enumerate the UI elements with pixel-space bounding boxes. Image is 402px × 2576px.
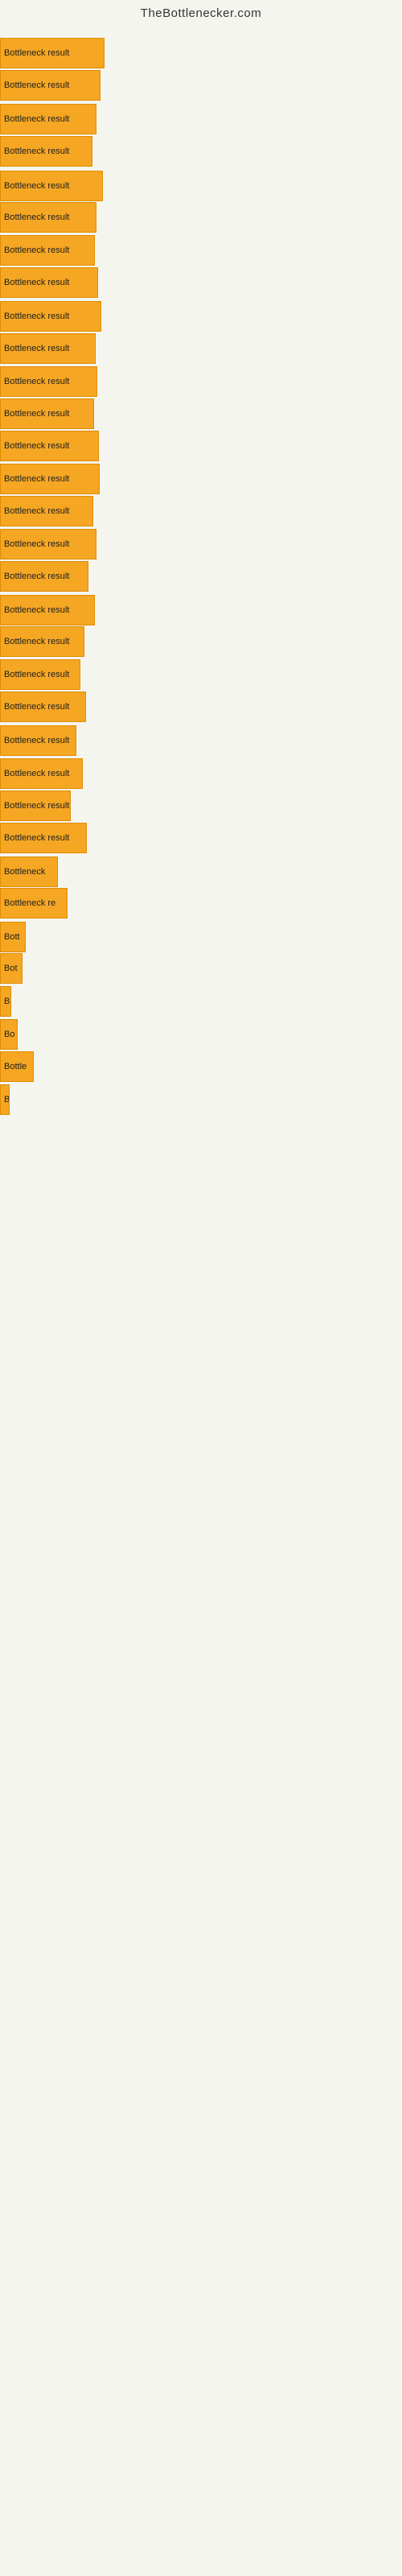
bar-item: Bottleneck result xyxy=(0,725,76,756)
bar-item: Bottleneck result xyxy=(0,791,71,821)
bar-item: Bottleneck result xyxy=(0,267,98,298)
bar-label: Bo xyxy=(4,1030,14,1039)
bar-label: Bottleneck result xyxy=(4,506,69,516)
bar-item: Bottleneck result xyxy=(0,104,96,134)
bar-item: Bottleneck result xyxy=(0,171,103,201)
bar-label: Bottleneck result xyxy=(4,539,69,549)
bar-item: B xyxy=(0,986,11,1017)
bar-item: B xyxy=(0,1084,10,1115)
bar-label: Bottle xyxy=(4,1062,27,1071)
bar-label: Bottleneck result xyxy=(4,769,69,778)
bar-label: B xyxy=(4,997,10,1006)
bar-item: Bottleneck result xyxy=(0,301,101,332)
bar-label: Bottleneck result xyxy=(4,702,69,712)
bar-label: Bottleneck result xyxy=(4,637,69,646)
bar-label: Bottleneck result xyxy=(4,474,69,484)
bar-item: Bott xyxy=(0,922,26,952)
bar-label: Bottleneck result xyxy=(4,409,69,419)
bar-item: Bottleneck result xyxy=(0,136,92,167)
bar-item: Bottleneck result xyxy=(0,70,100,101)
bar-label: Bottleneck result xyxy=(4,48,69,58)
bar-label: Bottleneck re xyxy=(4,898,55,908)
bar-label: Bottleneck result xyxy=(4,147,69,156)
bar-label: Bottleneck result xyxy=(4,736,69,745)
bar-item: Bottleneck result xyxy=(0,496,93,526)
bar-item: Bottleneck result xyxy=(0,691,86,722)
bar-item: Bottleneck result xyxy=(0,366,97,397)
bar-label: B xyxy=(4,1095,10,1104)
bar-label: Bottleneck result xyxy=(4,213,69,222)
bar-item: Bottleneck result xyxy=(0,529,96,559)
bar-label: Bottleneck result xyxy=(4,80,69,90)
bar-item: Bot xyxy=(0,953,23,984)
bar-item: Bottleneck result xyxy=(0,823,87,853)
bar-label: Bottleneck result xyxy=(4,246,69,255)
bar-item: Bottleneck result xyxy=(0,758,83,789)
bar-label: Bot xyxy=(4,964,18,973)
bar-label: Bottleneck result xyxy=(4,670,69,679)
bar-label: Bottleneck xyxy=(4,867,45,877)
bar-label: Bottleneck result xyxy=(4,278,69,287)
bar-label: Bottleneck result xyxy=(4,377,69,386)
bar-item: Bottleneck result xyxy=(0,38,105,68)
chart-area: Bottleneck result Bottleneck result Bottle… xyxy=(0,23,402,2551)
bar-item: Bottleneck result xyxy=(0,333,96,364)
bar-item: Bo xyxy=(0,1019,18,1050)
bar-label: Bottleneck result xyxy=(4,441,69,451)
bar-label: Bottleneck result xyxy=(4,833,69,843)
bar-item: Bottleneck xyxy=(0,857,58,887)
bar-item: Bottleneck result xyxy=(0,626,84,657)
bar-label: Bottleneck result xyxy=(4,181,69,191)
bar-item: Bottleneck result xyxy=(0,398,94,429)
bar-label: Bott xyxy=(4,932,20,942)
bar-item: Bottleneck result xyxy=(0,561,88,592)
bar-label: Bottleneck result xyxy=(4,312,69,321)
bar-item: Bottleneck result xyxy=(0,202,96,233)
bar-item: Bottleneck result xyxy=(0,464,100,494)
bar-item: Bottleneck result xyxy=(0,659,80,690)
bar-item: Bottleneck result xyxy=(0,235,95,266)
bar-item: Bottleneck re xyxy=(0,888,68,919)
bar-label: Bottleneck result xyxy=(4,114,69,124)
site-title: TheBottlenecker.com xyxy=(0,0,402,23)
bar-label: Bottleneck result xyxy=(4,605,69,615)
bar-label: Bottleneck result xyxy=(4,801,69,811)
bar-label: Bottleneck result xyxy=(4,344,69,353)
bar-item: Bottleneck result xyxy=(0,595,95,625)
bar-item: Bottleneck result xyxy=(0,431,99,461)
bar-item: Bottle xyxy=(0,1051,34,1082)
bar-label: Bottleneck result xyxy=(4,572,69,581)
